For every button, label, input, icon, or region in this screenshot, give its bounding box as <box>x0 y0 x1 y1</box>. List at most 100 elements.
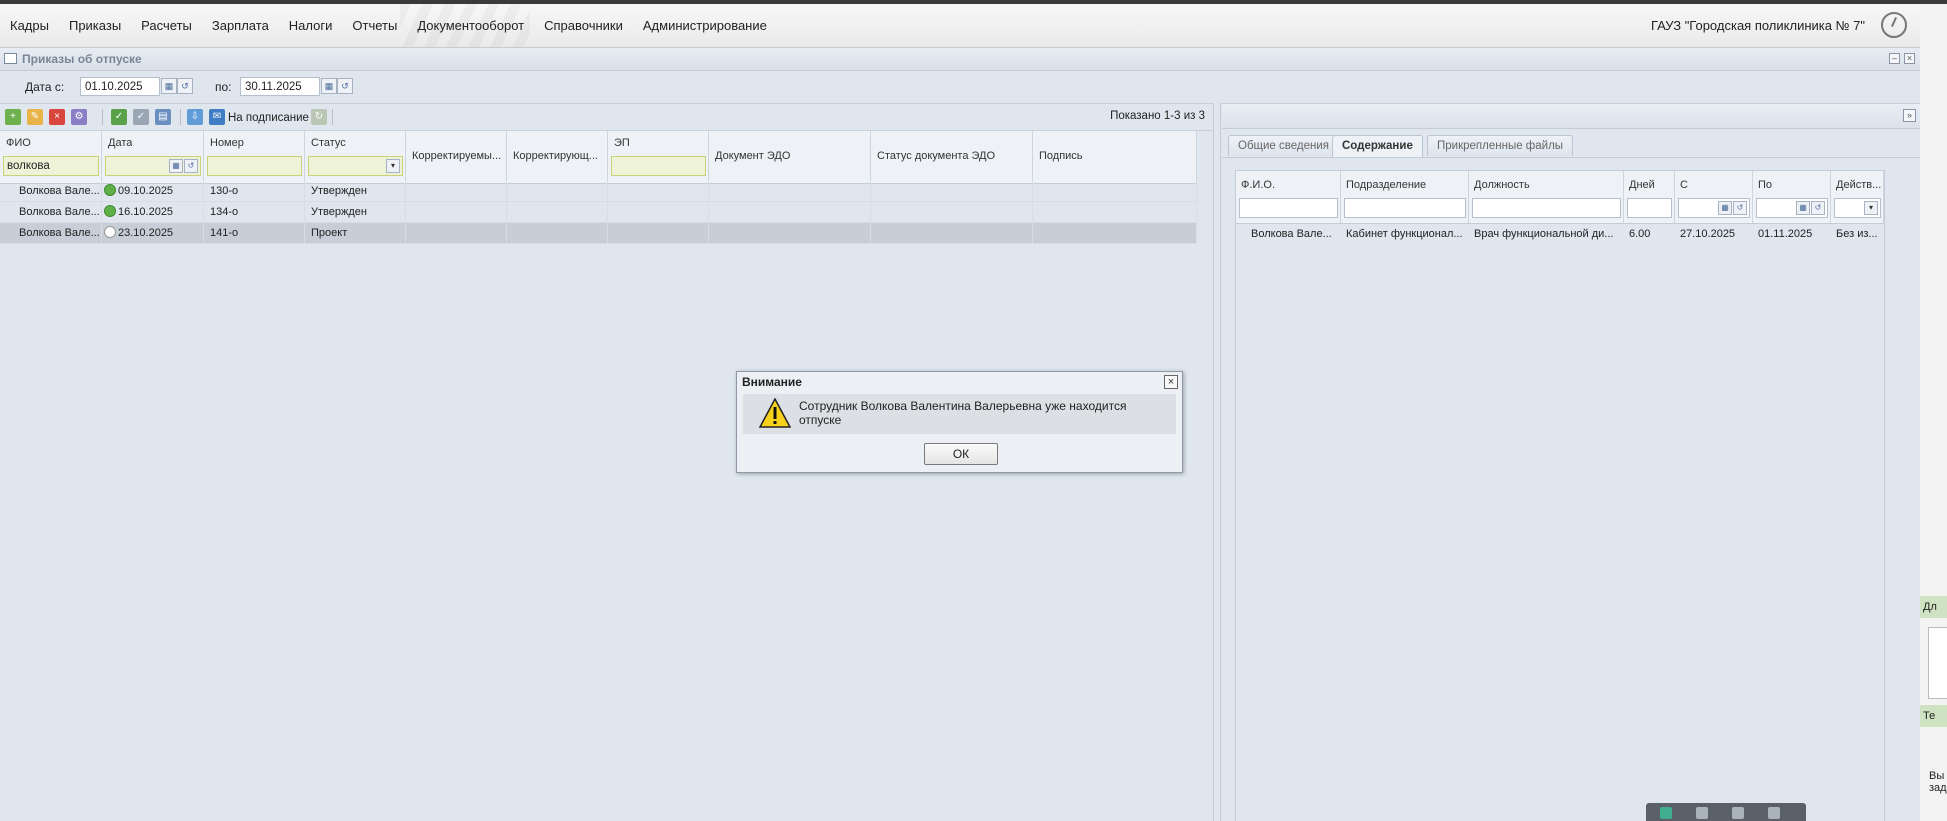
check-circle-icon <box>104 184 116 196</box>
column-date[interactable]: Дата ▦ ↺ <box>102 131 204 183</box>
app-icon[interactable] <box>1696 807 1708 819</box>
menu-item-zarplata[interactable]: Зарплата <box>202 18 279 33</box>
cell-fio: Волкова Вале... <box>0 202 102 222</box>
filter-position-input[interactable] <box>1472 198 1621 218</box>
tab-general[interactable]: Общие сведения <box>1228 135 1339 156</box>
approve-icon[interactable]: ✓ <box>111 109 127 125</box>
side-strip-textbox[interactable] <box>1928 627 1947 699</box>
cell-from: 27.10.2025 <box>1680 228 1736 240</box>
filter-to-input[interactable]: ▦ ↺ <box>1756 198 1828 218</box>
chevron-down-icon[interactable]: ▾ <box>386 159 400 173</box>
cell-department: Кабинет функционал... <box>1346 228 1463 240</box>
cell-number: 134-о <box>204 202 305 222</box>
table-row[interactable]: Волкова Вале... 16.10.2025 134-о Утвержд… <box>0 202 1197 223</box>
clear-date-icon[interactable]: ↺ <box>184 159 198 173</box>
cell-corrected <box>406 202 507 222</box>
cell-edo-status <box>871 223 1033 243</box>
unapprove-icon[interactable]: ✓ <box>133 109 149 125</box>
cell-status: Проект <box>305 223 406 243</box>
panel-title: Приказы об отпуске <box>22 52 142 66</box>
ok-button[interactable]: ОК <box>924 443 998 465</box>
menu-item-nalogi[interactable]: Налоги <box>279 18 343 33</box>
menu-item-kadry[interactable]: Кадры <box>0 18 59 33</box>
delete-icon[interactable]: × <box>49 109 65 125</box>
cell-edo-document <box>709 202 871 222</box>
column-fio[interactable]: Ф.И.О. <box>1236 171 1341 223</box>
app-icon[interactable] <box>1660 807 1672 819</box>
column-signature[interactable]: Подпись <box>1033 131 1197 183</box>
calendar-icon[interactable]: ▦ <box>321 78 337 94</box>
column-correcting[interactable]: Корректирующ... <box>507 131 608 183</box>
collapse-icon[interactable]: » <box>1903 109 1916 122</box>
calendar-icon[interactable]: ▦ <box>169 159 183 173</box>
print-icon[interactable]: ▤ <box>155 109 171 125</box>
clear-date-icon[interactable]: ↺ <box>1811 201 1825 215</box>
filter-number-input[interactable] <box>207 156 302 176</box>
column-edo-status[interactable]: Статус документа ЭДО <box>871 131 1033 183</box>
column-position[interactable]: Должность <box>1469 171 1624 223</box>
add-icon[interactable]: + <box>5 109 21 125</box>
calendar-icon[interactable]: ▦ <box>1796 201 1810 215</box>
table-row[interactable]: Волкова Вале... Кабинет функционал... Вр… <box>1236 224 1884 244</box>
menu-item-administrirovanie[interactable]: Администрирование <box>633 18 777 33</box>
filter-action-select[interactable]: ▾ <box>1834 198 1881 218</box>
grid-toolbar: + ✎ × ⚙ ✓ ✓ ▤ ⇩ ✉ На подписание ↻ Показа… <box>0 105 1213 131</box>
chevron-down-icon[interactable]: ▾ <box>1864 201 1878 215</box>
date-to-input[interactable]: 30.11.2025 <box>240 77 320 96</box>
table-row[interactable]: Волкова Вале... 09.10.2025 130-о Утвержд… <box>0 181 1197 202</box>
clock-icon[interactable] <box>1881 12 1907 38</box>
column-from[interactable]: С ▦ ↺ <box>1675 171 1753 223</box>
cell-corrected <box>406 181 507 201</box>
edit-icon[interactable]: ✎ <box>27 109 43 125</box>
side-strip-header-1: Дл <box>1920 596 1947 618</box>
minimize-icon[interactable]: – <box>1889 53 1900 64</box>
filter-fio-input[interactable]: волкова <box>3 156 99 176</box>
menu-item-otchety[interactable]: Отчеты <box>342 18 407 33</box>
column-to[interactable]: По ▦ ↺ <box>1753 171 1831 223</box>
send-to-sign-button[interactable]: На подписание <box>228 112 309 124</box>
detail-panel-header: » <box>1222 104 1920 129</box>
tab-content[interactable]: Содержание <box>1332 135 1423 157</box>
close-icon[interactable]: × <box>1164 375 1178 389</box>
column-fio[interactable]: ФИО волкова <box>0 131 102 183</box>
table-row[interactable]: Волкова Вале... 23.10.2025 141-о Проект <box>0 223 1197 244</box>
column-number[interactable]: Номер <box>204 131 305 183</box>
app-icon[interactable] <box>1768 807 1780 819</box>
menu-items: Кадры Приказы Расчеты Зарплата Налоги От… <box>0 4 777 47</box>
filter-from-input[interactable]: ▦ ↺ <box>1678 198 1750 218</box>
clear-date-icon[interactable]: ↺ <box>1733 201 1747 215</box>
panel-splitter[interactable] <box>1213 103 1221 821</box>
column-department[interactable]: Подразделение <box>1341 171 1469 223</box>
app-icon[interactable] <box>1732 807 1744 819</box>
menu-item-spravochniki[interactable]: Справочники <box>534 18 633 33</box>
export-icon[interactable]: ⇩ <box>187 109 203 125</box>
menu-item-prikazy[interactable]: Приказы <box>59 18 131 33</box>
column-days[interactable]: Дней <box>1624 171 1675 223</box>
cell-date: 23.10.2025 <box>102 223 204 243</box>
filter-ep-input[interactable] <box>611 156 706 176</box>
clear-date-icon[interactable]: ↺ <box>337 78 353 94</box>
filter-days-input[interactable] <box>1627 198 1672 218</box>
column-edo-document[interactable]: Документ ЭДО <box>709 131 871 183</box>
filter-department-input[interactable] <box>1344 198 1466 218</box>
calendar-icon[interactable]: ▦ <box>161 78 177 94</box>
sign-document-icon[interactable]: ✉ <box>209 109 225 125</box>
cell-fio: Волкова Вале... <box>0 223 102 243</box>
menu-item-documentooborot[interactable]: Документооборот <box>407 18 534 33</box>
tab-attached-files[interactable]: Прикрепленные файлы <box>1427 135 1574 156</box>
clear-date-icon[interactable]: ↺ <box>177 78 193 94</box>
close-icon[interactable]: × <box>1904 53 1915 64</box>
menu-item-raschety[interactable]: Расчеты <box>131 18 202 33</box>
calendar-icon[interactable]: ▦ <box>1718 201 1732 215</box>
column-ep[interactable]: ЭП <box>608 131 709 183</box>
date-from-input[interactable]: 01.10.2025 <box>80 77 160 96</box>
filter-fio-input[interactable] <box>1239 198 1338 218</box>
cell-status: Утвержден <box>305 202 406 222</box>
column-corrected[interactable]: Корректируемы... <box>406 131 507 183</box>
column-action[interactable]: Действ... ▾ <box>1831 171 1884 223</box>
filter-status-select[interactable]: ▾ <box>308 156 403 176</box>
filter-date-input[interactable]: ▦ ↺ <box>105 156 201 176</box>
refresh-icon[interactable]: ↻ <box>311 109 327 125</box>
column-status[interactable]: Статус ▾ <box>305 131 406 183</box>
settings-icon[interactable]: ⚙ <box>71 109 87 125</box>
